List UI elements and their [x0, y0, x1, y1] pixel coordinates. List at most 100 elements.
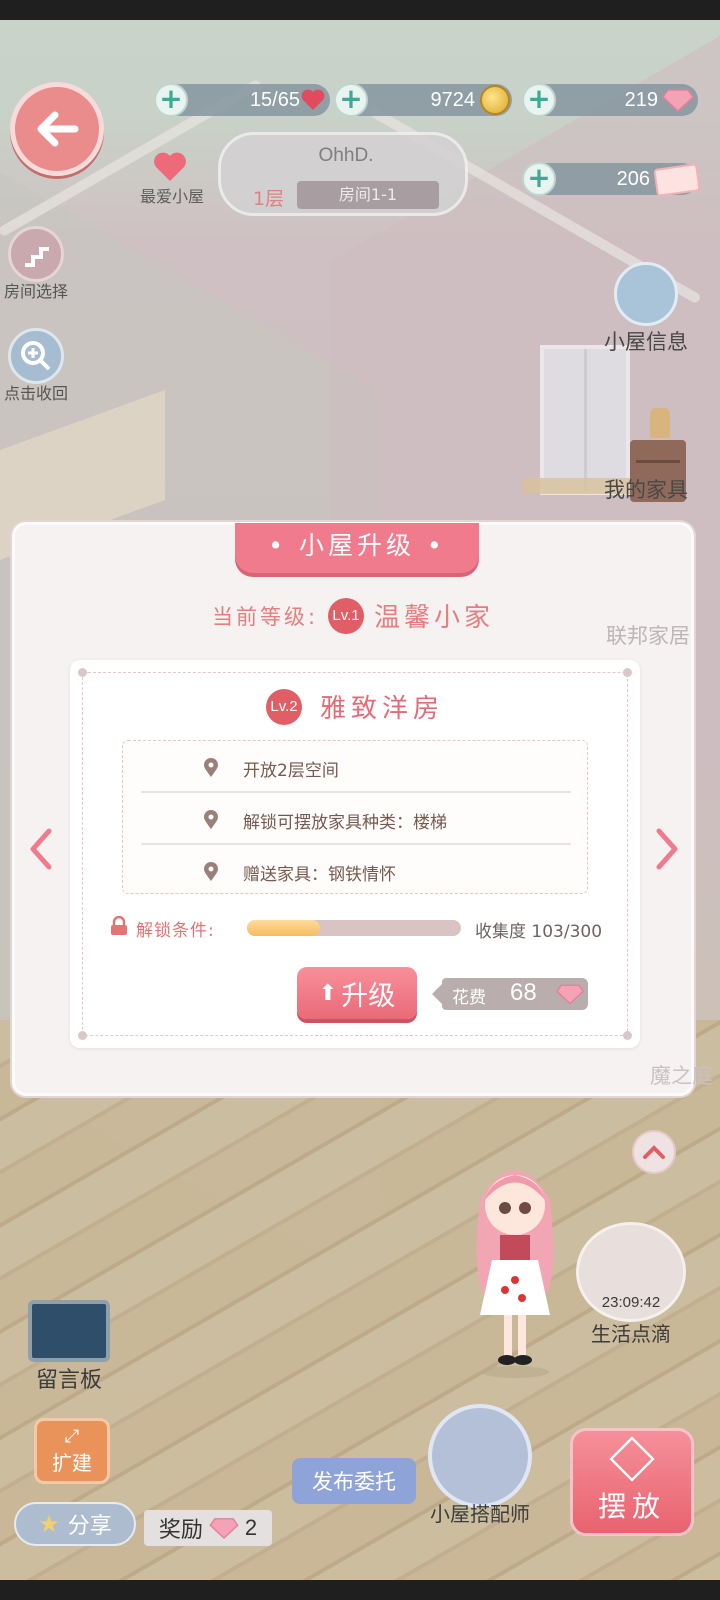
- expand-button[interactable]: ⤢ 扩建: [34, 1418, 110, 1484]
- reward-badge[interactable]: 奖励 2: [144, 1510, 272, 1546]
- location-pin-icon: [204, 758, 218, 777]
- corner-dot: [623, 1031, 632, 1040]
- perks-list: 开放2层空间 解锁可摆放家具种类：楼梯 赠送家具：钢铁情怀: [122, 740, 588, 894]
- chevron-left-icon[interactable]: [27, 827, 57, 871]
- current-level-name: 温馨小家: [374, 603, 495, 633]
- upgrade-button[interactable]: ⬆ 升级: [297, 967, 417, 1019]
- house-info-label: 小屋信息: [604, 330, 688, 354]
- collapse-label: 点击收回: [4, 384, 69, 403]
- heart-icon: [301, 89, 325, 110]
- stairs-icon: [8, 226, 64, 282]
- arrow-left-icon: [37, 111, 79, 147]
- collection-text: 收集度 103/300: [475, 922, 603, 942]
- message-board-button[interactable]: 留言板: [28, 1300, 110, 1394]
- room-select-button[interactable]: 房间选择: [4, 226, 68, 302]
- nav-bar: [0, 1580, 720, 1600]
- diamond-icon: [556, 984, 584, 1005]
- divider: [141, 843, 571, 845]
- current-level-row: 当前等级: Lv.1 温馨小家: [15, 597, 691, 634]
- share-label: 分享: [67, 1514, 112, 1539]
- house-info-button[interactable]: 小屋信息: [604, 262, 688, 356]
- publish-label: 发布委托: [312, 1470, 396, 1494]
- perk-text: 开放2层空间: [243, 760, 339, 781]
- hearts-value: 15/65: [249, 89, 300, 111]
- next-level-badge: Lv.2: [265, 688, 302, 725]
- corner-dot: [78, 1031, 87, 1040]
- reward-label: 奖励: [158, 1518, 203, 1543]
- lamp-furniture: [650, 408, 670, 438]
- perk-text: 赠送家具：钢铁情怀: [243, 864, 396, 885]
- garden-label[interactable]: 魔之庭: [650, 1060, 713, 1090]
- my-furniture-button[interactable]: 我的家具: [604, 474, 688, 504]
- lock-icon: [111, 916, 127, 935]
- status-bar: [0, 0, 720, 20]
- tickets-value: 206: [616, 168, 650, 190]
- favorite-label: 最爱小屋: [139, 187, 204, 206]
- collection-progress-fill: [247, 920, 321, 936]
- favorite-heart-icon[interactable]: [152, 150, 188, 184]
- room-select-label: 房间选择: [4, 282, 69, 301]
- dialog-title: • 小屋升级 •: [235, 523, 479, 573]
- perk-text: 解锁可摆放家具种类：楼梯: [243, 812, 447, 833]
- coins-value: 9724: [430, 89, 476, 111]
- location-pin-icon: [204, 810, 218, 829]
- corner-dot: [623, 668, 632, 677]
- message-board-label: 留言板: [35, 1368, 102, 1393]
- upgrade-label: 升级: [341, 980, 396, 1012]
- collapse-button[interactable]: 点击收回: [4, 328, 68, 404]
- daily-life-button[interactable]: 23:09:42 生活点滴: [576, 1222, 686, 1347]
- collection-progress-bar: [247, 920, 461, 936]
- add-diamonds-button[interactable]: +: [522, 83, 556, 117]
- cost-value: 68: [510, 979, 537, 1006]
- star-icon: ★: [38, 1510, 60, 1538]
- union-furniture-label[interactable]: 联邦家居: [606, 620, 690, 650]
- diamond-icon: [662, 89, 694, 112]
- expand-up-button[interactable]: [632, 1130, 676, 1174]
- floor-label[interactable]: 1层: [253, 184, 284, 211]
- house-plate: OhhD. 1层 房间1-1: [218, 132, 468, 216]
- room-label[interactable]: 房间1-1: [297, 181, 439, 209]
- add-hearts-button[interactable]: +: [154, 83, 188, 117]
- chevron-right-icon[interactable]: [651, 827, 681, 871]
- designer-label: 小屋搭配师: [430, 1502, 530, 1526]
- add-tickets-button[interactable]: +: [522, 162, 556, 196]
- back-button[interactable]: [10, 82, 104, 176]
- diamond-icon: [209, 1518, 239, 1539]
- unlock-condition-label: 解锁条件:: [136, 921, 215, 941]
- expand-label: 扩建: [52, 1451, 92, 1475]
- place-label: 摆放: [597, 1490, 666, 1523]
- cost-label: 花费: [452, 988, 486, 1008]
- add-coins-button[interactable]: +: [334, 83, 368, 117]
- daily-life-label: 生活点滴: [591, 1322, 671, 1346]
- my-furniture-label: 我的家具: [604, 478, 688, 502]
- divider: [141, 791, 571, 793]
- chevron-up-icon: [643, 1145, 665, 1159]
- diamonds-value: 219: [624, 89, 658, 111]
- lamp-icon: [428, 1404, 532, 1508]
- publish-request-button[interactable]: 发布委托: [292, 1458, 416, 1504]
- perk-item: 解锁可摆放家具种类：楼梯: [123, 795, 587, 845]
- board-icon: [28, 1300, 110, 1362]
- owner-name: OhhD.: [318, 145, 374, 166]
- current-level-label: 当前等级:: [211, 604, 319, 629]
- designer-button[interactable]: 小屋搭配师: [428, 1404, 532, 1527]
- cost-tag: 花费 68: [432, 978, 588, 1010]
- coin-icon: [480, 85, 510, 115]
- cube-icon: [609, 1436, 655, 1482]
- current-level-badge: Lv.1: [328, 597, 365, 634]
- next-level-row: Lv.2 雅致洋房: [70, 688, 640, 725]
- character-avatar[interactable]: [460, 1150, 570, 1380]
- place-button[interactable]: 摆放: [570, 1428, 694, 1536]
- door-decoration: [540, 345, 630, 495]
- perk-item: 开放2层空间: [123, 743, 587, 793]
- next-level-card: Lv.2 雅致洋房 开放2层空间 解锁可摆放家具种类：楼梯 赠送家具：钢铁情怀 …: [70, 660, 640, 1048]
- share-button[interactable]: ★ 分享: [14, 1502, 136, 1546]
- notebook-icon: 23:09:42: [576, 1222, 686, 1322]
- next-level-name: 雅致洋房: [319, 694, 444, 724]
- location-pin-icon: [204, 862, 218, 881]
- perk-item: 赠送家具：钢铁情怀: [123, 847, 587, 897]
- info-book-icon: [614, 262, 678, 326]
- corner-dot: [78, 668, 87, 677]
- timer-text: 23:09:42: [601, 1294, 661, 1311]
- upgrade-dialog: • 小屋升级 • 当前等级: Lv.1 温馨小家 Lv.2 雅致洋房 开放2层空…: [12, 522, 694, 1096]
